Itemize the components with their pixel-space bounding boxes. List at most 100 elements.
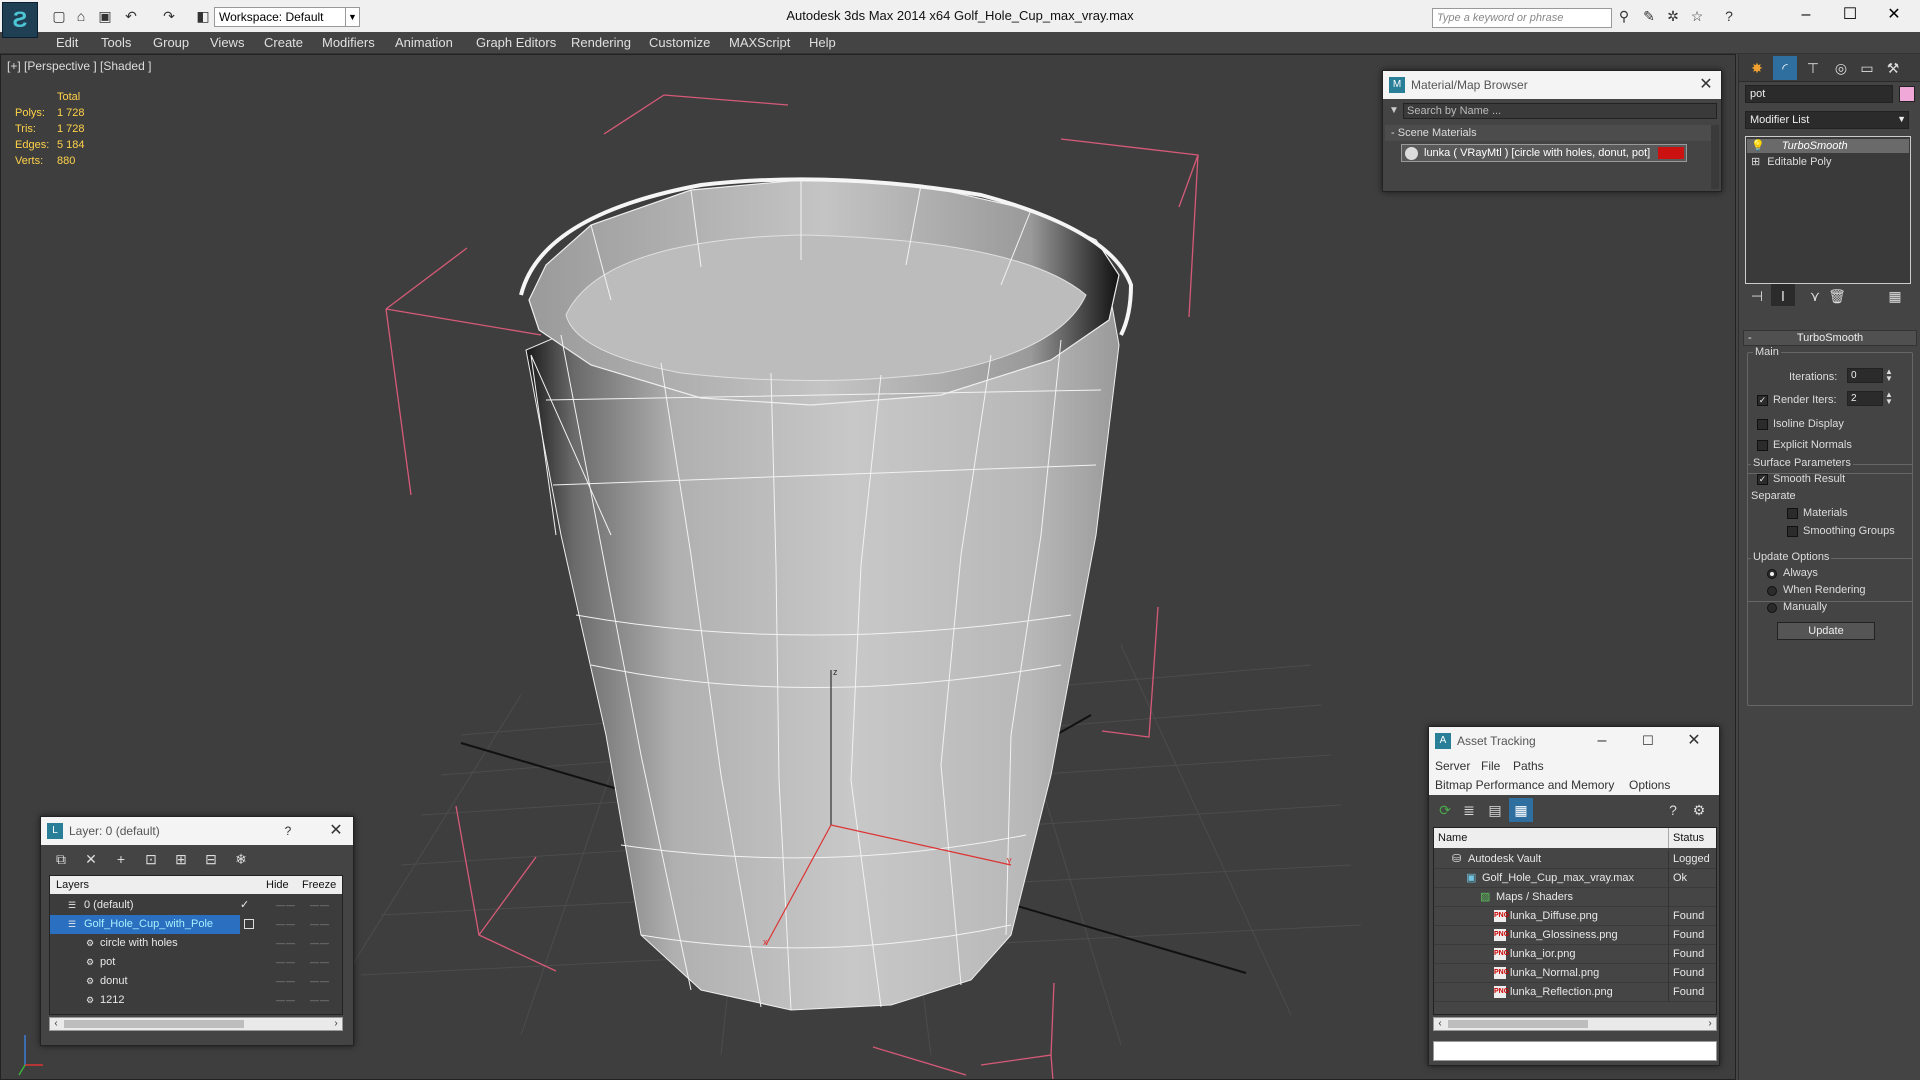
menu-server[interactable]: Server [1435,759,1470,773]
show-end-result-icon[interactable]: Ⅰ [1771,284,1795,306]
menu-create[interactable]: Create [264,35,303,50]
explicit-normals-checkbox[interactable] [1757,440,1768,451]
lightbulb-icon[interactable]: 💡 [1751,140,1765,152]
help-icon[interactable]: ? [277,820,299,842]
hide-toggle[interactable]: —— [276,896,296,915]
scroll-thumb[interactable] [64,1020,244,1028]
hide-toggle[interactable]: —— [276,953,296,972]
subscription-icon[interactable]: ✎ [1640,8,1658,24]
spinner-arrows-icon[interactable]: ▲ ▼ [1885,368,1893,383]
help-icon[interactable]: ? [1720,8,1738,24]
close-icon[interactable]: ✕ [1683,730,1705,752]
select-in-layer-icon[interactable]: ⊡ [139,847,163,871]
freeze-all-layers-icon[interactable]: ❄ [229,847,253,871]
project-folder-icon[interactable]: ◧ [194,8,212,24]
expand-icon[interactable]: ⊞ [1751,156,1760,168]
spinner-arrows-icon[interactable]: ▲ ▼ [1885,391,1893,406]
col-hide[interactable]: Hide [266,876,289,894]
scrollbar[interactable] [1711,125,1719,189]
create-layer-icon[interactable]: ⧉ [49,847,73,871]
freeze-toggle[interactable]: —— [310,934,330,953]
scroll-left-icon[interactable]: ‹ [1434,1018,1446,1030]
modify-tab-icon[interactable]: ◜ [1773,56,1797,80]
turbosmooth-rollout-header[interactable]: - TurboSmooth [1743,330,1917,346]
menu-modifiers[interactable]: Modifiers [322,35,375,50]
new-file-icon[interactable]: ▢ [50,8,68,24]
smooth-result-checkbox[interactable]: ✓ [1757,474,1768,485]
menu-tools[interactable]: Tools [101,35,131,50]
menu-help[interactable]: Help [809,35,836,50]
layer-row[interactable]: ☰ 0 (default) ✓ —— —— [50,896,342,915]
layer-dialog-titlebar[interactable]: L Layer: 0 (default) ? ✕ [41,817,353,845]
redo-icon[interactable]: ↷ [160,8,178,24]
help-question-icon[interactable]: ? [1661,798,1685,822]
scroll-left-icon[interactable]: ‹ [50,1018,62,1030]
asset-row[interactable]: ⛁ Autodesk Vault Logged [1434,850,1716,869]
materials-checkbox[interactable] [1787,508,1798,519]
hide-all-layers-icon[interactable]: ⊟ [199,847,223,871]
scroll-right-icon[interactable]: › [330,1018,342,1030]
scroll-right-icon[interactable]: › [1704,1018,1716,1030]
asset-hscrollbar[interactable]: ‹ › [1433,1017,1717,1031]
configure-modifier-sets-icon[interactable]: ▦ [1883,284,1907,306]
always-radio[interactable] [1767,569,1777,579]
list-view-icon[interactable]: ≣ [1457,798,1481,822]
update-button[interactable]: Update [1777,622,1875,640]
when-rendering-radio[interactable] [1767,586,1777,596]
layer-hscrollbar[interactable]: ‹ › [49,1017,343,1031]
close-icon[interactable]: ✕ [1695,74,1717,96]
hide-toggle[interactable]: —— [276,915,296,934]
workspace-dropdown[interactable]: Workspace: Default ▼ [214,7,360,27]
refresh-icon[interactable]: ⟳ [1433,798,1457,822]
menu-edit[interactable]: Edit [56,35,78,50]
modifier-list-dropdown[interactable]: Modifier List ▼ [1745,111,1909,129]
save-file-icon[interactable]: ▣ [96,8,114,24]
material-item-lunka[interactable]: lunka ( VRayMtl ) [circle with holes, do… [1401,144,1687,162]
hide-toggle[interactable]: —— [276,934,296,953]
maximize-button[interactable]: ☐ [1830,4,1870,28]
asset-row[interactable]: PNG lunka_Glossiness.png Found [1434,926,1716,945]
table-view-icon[interactable]: ▦ [1509,798,1533,822]
close-icon[interactable]: ✕ [325,820,347,842]
smoothing-groups-checkbox[interactable] [1787,526,1798,537]
freeze-toggle[interactable]: —— [310,896,330,915]
help-settings-icon[interactable]: ⚙ [1687,798,1711,822]
remove-modifier-icon[interactable]: 🗑 [1825,284,1849,306]
freeze-toggle[interactable]: —— [310,972,330,991]
stack-item-turbosmooth[interactable]: 💡 TurboSmooth [1747,139,1909,153]
utilities-tab-icon[interactable]: ⚒ [1881,56,1905,80]
menu-file[interactable]: File [1481,759,1500,773]
col-freeze[interactable]: Freeze [302,876,336,894]
freeze-toggle[interactable]: —— [310,915,330,934]
iterations-spinner[interactable]: 0 [1847,368,1883,383]
menu-group[interactable]: Group [153,35,189,50]
layer-row[interactable]: ⚙ donut —— —— [50,972,342,991]
layer-row[interactable]: ☰ Golf_Hole_Cup_with_Pole —— —— [50,915,329,934]
asset-row[interactable]: PNG lunka_Diffuse.png Found [1434,907,1716,926]
binoculars-icon[interactable]: ⚲ [1615,8,1633,24]
menu-maxscript[interactable]: MAXScript [729,35,790,50]
freeze-toggle[interactable]: —— [310,953,330,972]
menu-views[interactable]: Views [210,35,244,50]
display-tab-icon[interactable]: ▭ [1855,56,1879,80]
menu-graph-editors[interactable]: Graph Editors [476,35,556,50]
set-current-box-icon[interactable] [244,919,254,929]
keyword-search-input[interactable]: Type a keyword or phrase [1432,8,1612,28]
stack-item-editable-poly[interactable]: ⊞ Editable Poly [1747,155,1909,169]
col-name[interactable]: Name [1438,828,1467,848]
hide-toggle[interactable]: —— [276,972,296,991]
col-status[interactable]: Status [1668,828,1704,848]
open-file-icon[interactable]: ⌂ [72,8,90,24]
add-to-layer-icon[interactable]: + [109,847,133,871]
app-menu-button[interactable]: Ƨ [2,2,38,38]
asset-row[interactable]: PNG lunka_ior.png Found [1434,945,1716,964]
layer-row[interactable]: ⚙ 1212 —— —— [50,991,342,1010]
asset-row[interactable]: ▣ Golf_Hole_Cup_max_vray.max Ok [1434,869,1716,888]
scene-materials-group[interactable]: - Scene Materials [1385,125,1711,141]
menu-bitmap-performance[interactable]: Bitmap Performance and Memory [1435,778,1614,792]
viewport-label-menu[interactable]: [+] [Perspective ] [Shaded ] [7,59,151,73]
menu-paths[interactable]: Paths [1513,759,1544,773]
current-layer-check-icon[interactable]: ✓ [240,896,249,915]
favorites-star-icon[interactable]: ☆ [1688,8,1706,24]
delete-layer-icon[interactable]: ✕ [79,847,103,871]
